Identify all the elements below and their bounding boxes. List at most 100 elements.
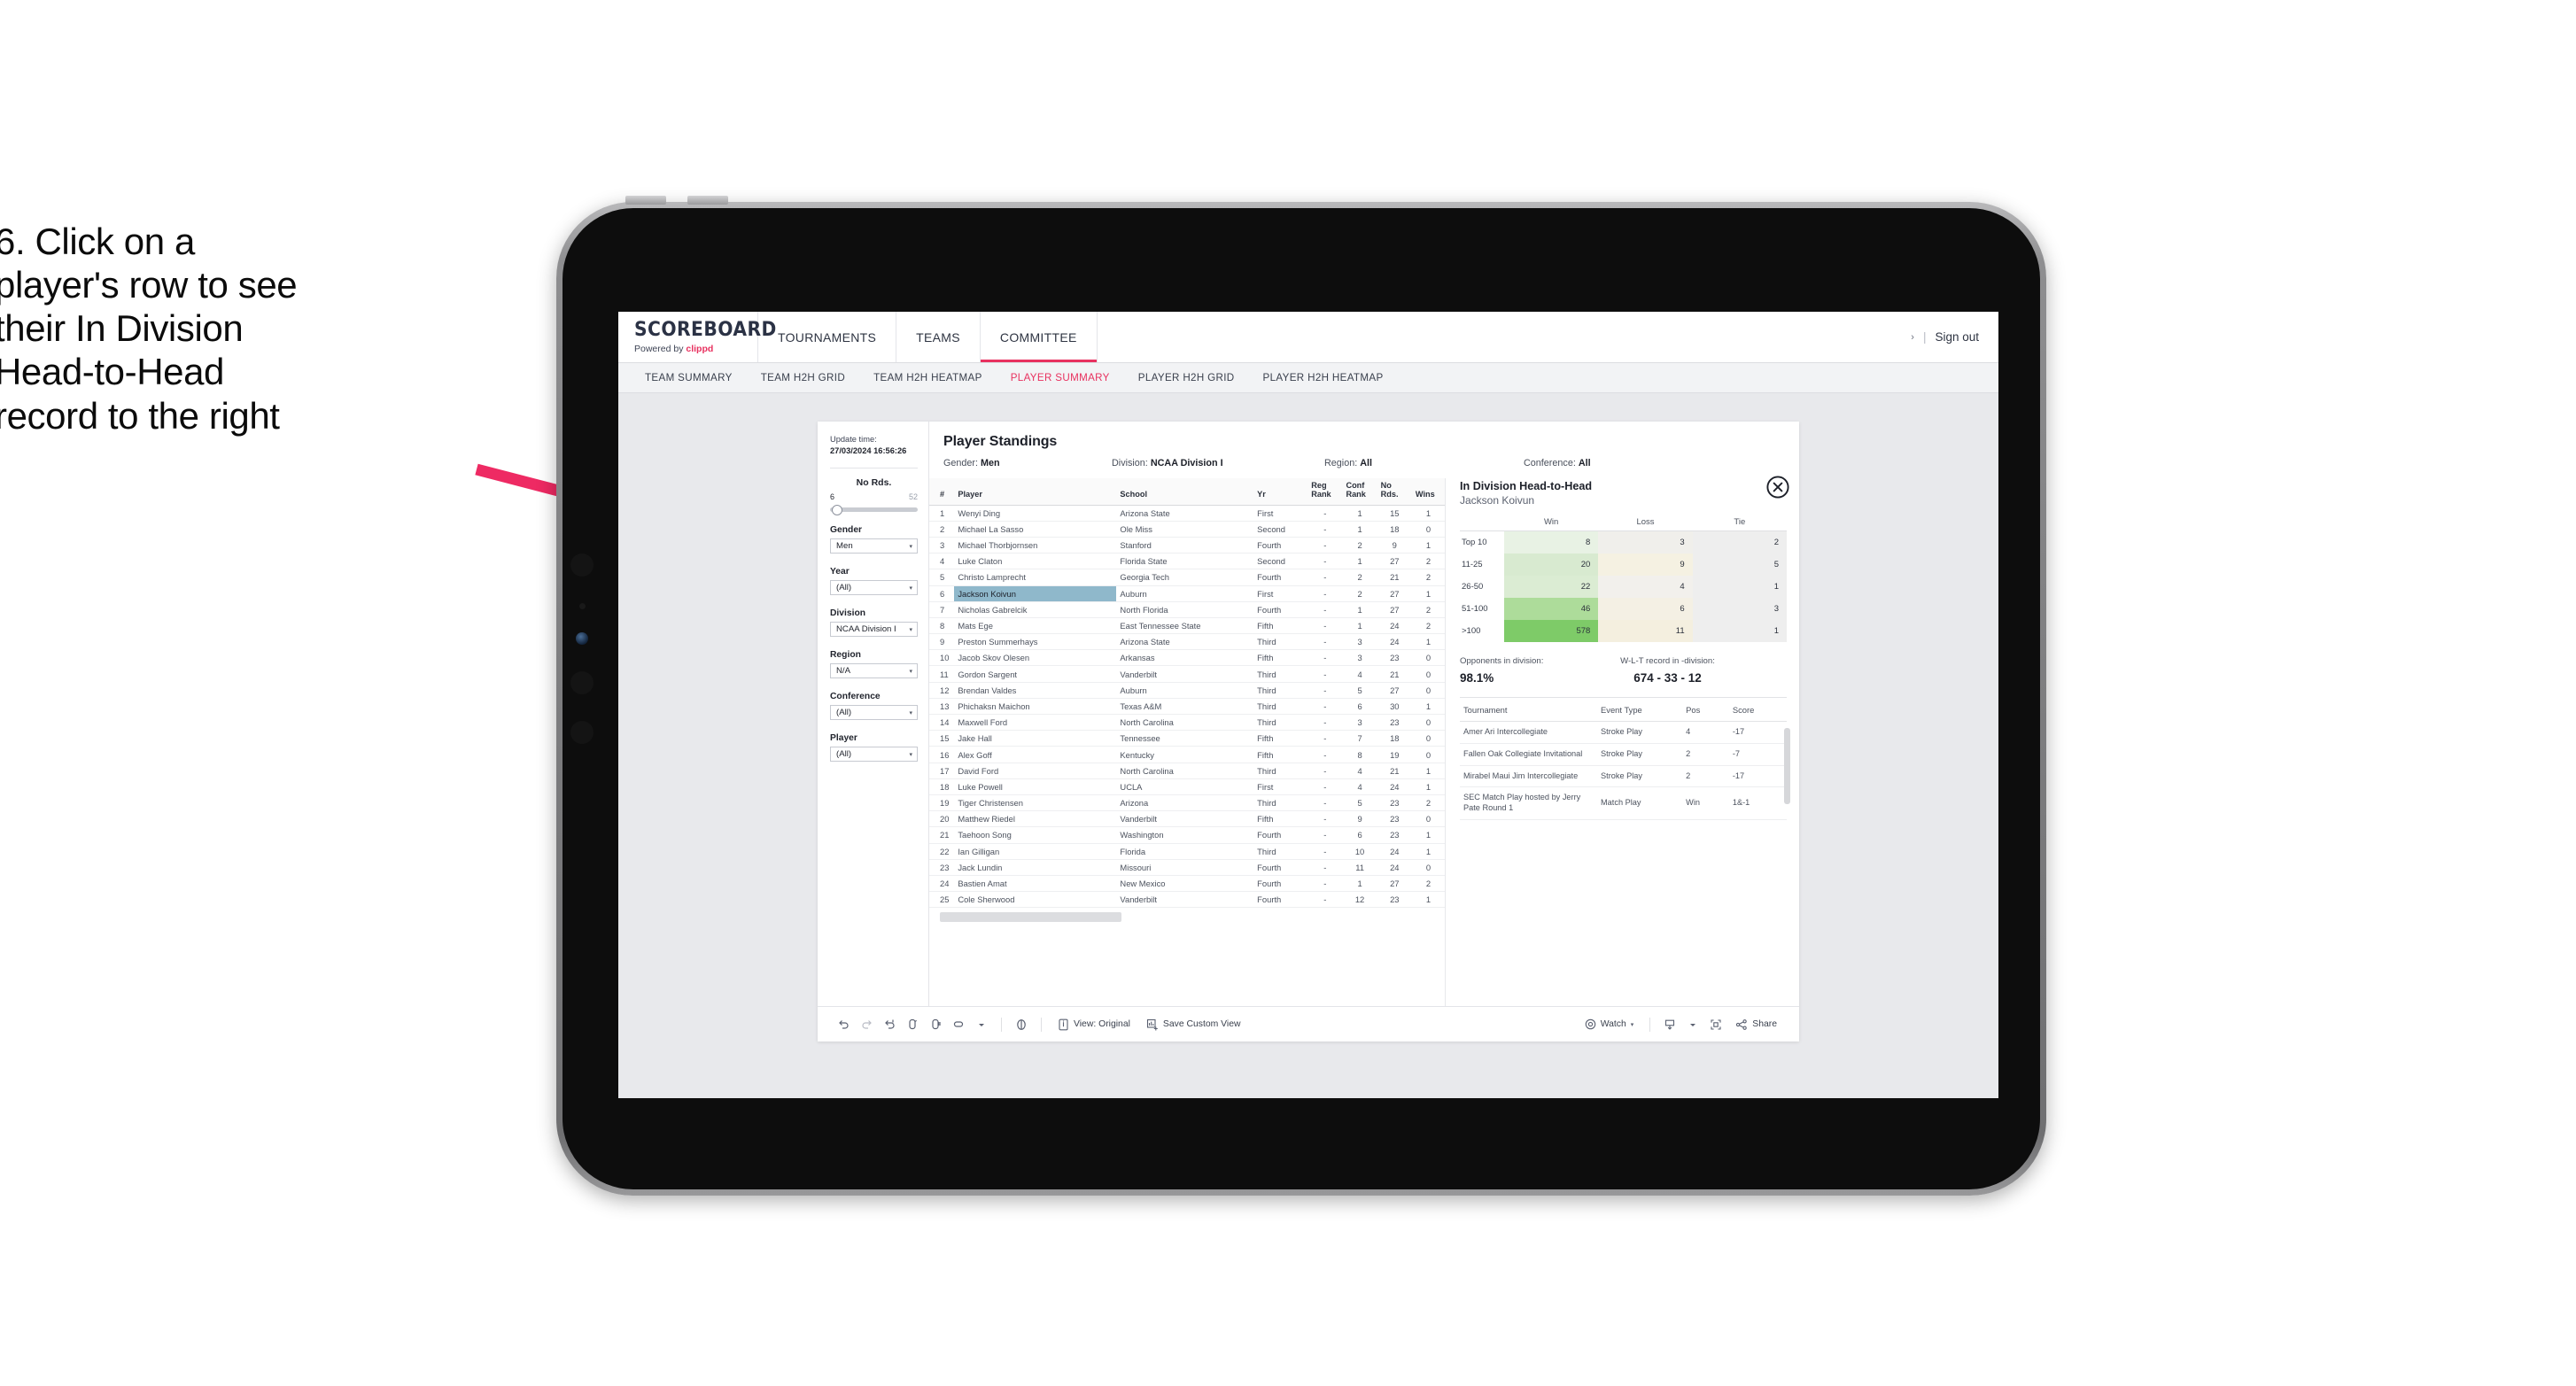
tab-team-h2h-grid[interactable]: TEAM H2H GRID xyxy=(747,372,859,383)
tournament-body: Amer Ari Intercollegiate Stroke Play 4 -17 F… xyxy=(1460,721,1787,820)
tab-player-h2h-heatmap[interactable]: PLAYER H2H HEATMAP xyxy=(1249,372,1398,383)
horizontal-scrollbar[interactable] xyxy=(940,912,1445,923)
table-row[interactable]: 8 Mats Ege East Tennessee State Fifth -1 24 2 xyxy=(929,617,1445,635)
cell-yr: Fourth xyxy=(1253,537,1308,554)
cell-school: Auburn xyxy=(1116,585,1254,602)
col-wins[interactable]: Wins xyxy=(1411,478,1445,506)
fullscreen-icon[interactable] xyxy=(1704,1015,1727,1034)
table-row[interactable]: 20 Matthew Riedel Vanderbilt Fifth -9 23 0 xyxy=(929,810,1445,828)
cell-player: Christo Lamprecht xyxy=(954,569,1117,586)
table-row[interactable]: 18 Luke Powell UCLA First -4 24 1 xyxy=(929,778,1445,795)
tab-team-summary[interactable]: TEAM SUMMARY xyxy=(631,372,747,383)
chevron-down-icon[interactable] xyxy=(970,1015,993,1034)
app-logo[interactable]: SCOREBOARD Powered by clippd xyxy=(618,312,776,362)
watch-button[interactable]: Watch ▾ xyxy=(1577,1018,1642,1030)
table-row[interactable]: 5 Christo Lamprecht Georgia Tech Fourth -2 21… xyxy=(929,569,1445,586)
nav-item-teams[interactable]: TEAMS xyxy=(896,312,981,362)
h2h-band-label: 26-50 xyxy=(1460,576,1504,598)
col-no-rds[interactable]: No Rds. xyxy=(1377,478,1412,506)
watch-label: Watch xyxy=(1600,1019,1626,1029)
download-icon[interactable] xyxy=(1658,1015,1681,1034)
shape-icon[interactable] xyxy=(947,1015,970,1034)
filter-conference: Conference (All) ▾ xyxy=(830,692,918,721)
col-conf-rank[interactable]: Conf Rank xyxy=(1342,478,1377,506)
table-row[interactable]: 2 Michael La Sasso Ole Miss Second -1 18 0 xyxy=(929,521,1445,538)
col-event-type: Event Type xyxy=(1597,698,1683,722)
table-row[interactable]: 10 Jacob Skov Olesen Arkansas Fifth -3 23 0 xyxy=(929,649,1445,667)
col-yr[interactable]: Yr xyxy=(1253,478,1308,506)
table-row[interactable]: 14 Maxwell Ford North Carolina Third -3 23 0 xyxy=(929,714,1445,732)
col-school[interactable]: School xyxy=(1116,478,1254,506)
nav-item-tournaments[interactable]: TOURNAMENTS xyxy=(758,312,897,362)
table-row[interactable]: 3 Michael Thorbjornsen Stanford Fourth -2 9 1 xyxy=(929,537,1445,554)
tab-player-h2h-grid[interactable]: PLAYER H2H GRID xyxy=(1124,372,1249,383)
save-custom-view-button[interactable]: Save Custom View xyxy=(1138,1018,1249,1031)
cell-no-rds: 19 xyxy=(1377,746,1412,763)
table-row[interactable]: 12 Brendan Valdes Auburn Third -5 27 0 xyxy=(929,682,1445,699)
table-row[interactable]: 24 Bastien Amat New Mexico Fourth -1 27 2 xyxy=(929,875,1445,893)
tournament-row: SEC Match Play hosted by Jerry Pate Roun… xyxy=(1460,786,1787,820)
filter-gender-select[interactable]: Men ▾ xyxy=(830,538,918,554)
scrollbar-thumb[interactable] xyxy=(940,912,1121,923)
tab-player-summary[interactable]: PLAYER SUMMARY xyxy=(997,372,1124,383)
table-row[interactable]: 25 Cole Sherwood Vanderbilt Fourth -12 23 1 xyxy=(929,891,1445,909)
device-button-volume-up[interactable] xyxy=(625,196,666,205)
nav-item-committee[interactable]: COMMITTEE xyxy=(980,312,1098,362)
table-row[interactable]: 19 Tiger Christensen Arizona Third -5 23 2 xyxy=(929,794,1445,812)
table-row[interactable]: 23 Jack Lundin Missouri Fourth -11 24 0 xyxy=(929,859,1445,876)
revert-icon[interactable] xyxy=(878,1015,901,1034)
cell-no-rds: 15 xyxy=(1377,505,1412,522)
refresh-icon[interactable] xyxy=(901,1015,924,1034)
filter-conference-select[interactable]: (All) ▾ xyxy=(830,705,918,721)
sign-out-button[interactable]: Sign out xyxy=(1935,330,1979,344)
filter-division-select[interactable]: NCAA Division I ▾ xyxy=(830,622,918,638)
chevron-down-icon[interactable] xyxy=(1681,1015,1704,1034)
table-row[interactable]: 17 David Ford North Carolina Third -4 21 1 xyxy=(929,763,1445,779)
update-time-value: 27/03/2024 16:56:26 xyxy=(830,445,907,455)
cell-yr: Third xyxy=(1253,698,1308,716)
h2h-band-label: 51-100 xyxy=(1460,598,1504,620)
tab-team-h2h-heatmap[interactable]: TEAM H2H HEATMAP xyxy=(859,372,997,383)
close-icon[interactable] xyxy=(1765,475,1790,499)
user-chevron-icon[interactable]: › xyxy=(1911,332,1914,343)
share-button[interactable]: Share xyxy=(1727,1018,1785,1031)
filter-region-select[interactable]: N/A ▾ xyxy=(830,663,918,679)
primary-nav: TOURNAMENTS TEAMS COMMITTEE xyxy=(758,312,1098,362)
cell-conf-rank: 12 xyxy=(1342,891,1377,909)
table-row[interactable]: 9 Preston Summerhays Arizona State Third -3 2… xyxy=(929,633,1445,651)
cell-wins: 0 xyxy=(1411,682,1445,699)
slider-handle[interactable] xyxy=(832,504,842,515)
cell-reg-rank: - xyxy=(1307,569,1343,586)
device-button-volume-down[interactable] xyxy=(687,196,728,205)
table-row[interactable]: 22 Ian Gilligan Florida Third -10 24 1 xyxy=(929,843,1445,860)
table-row[interactable]: 7 Nicholas Gabrelcik North Florida Fourth -1… xyxy=(929,601,1445,618)
table-row[interactable]: 13 Phichaksn Maichon Texas A&M Third -6 30 1 xyxy=(929,698,1445,716)
cell-rank: 24 xyxy=(929,875,955,893)
dashboard-container: Update time: 27/03/2024 16:56:26 No Rds.… xyxy=(818,422,1799,1041)
col-player[interactable]: Player xyxy=(954,478,1117,506)
col-reg-rank[interactable]: Reg Rank xyxy=(1307,478,1343,506)
table-row[interactable]: 15 Jake Hall Tennessee Fifth -7 18 0 xyxy=(929,730,1445,747)
h2h-col-loss: Loss xyxy=(1598,517,1693,531)
table-row[interactable]: 11 Gordon Sargent Vanderbilt Third -4 21 0 xyxy=(929,665,1445,683)
table-row[interactable]: 6 Jackson Koivun Auburn First -2 27 1 xyxy=(929,585,1445,602)
undo-icon[interactable] xyxy=(832,1015,855,1034)
pause-playback-icon[interactable] xyxy=(1010,1015,1033,1034)
pause-icon[interactable] xyxy=(924,1015,947,1034)
cell-yr: Fourth xyxy=(1253,601,1308,618)
table-row[interactable]: 21 Taehoon Song Washington Fourth -6 23 1 xyxy=(929,826,1445,844)
table-row[interactable]: 16 Alex Goff Kentucky Fifth -8 19 0 xyxy=(929,746,1445,763)
cell-conf-rank: 6 xyxy=(1342,698,1377,716)
slider-track[interactable] xyxy=(830,504,918,515)
cell-player: Luke Claton xyxy=(954,553,1117,570)
redo-icon[interactable] xyxy=(855,1015,878,1034)
cell-no-rds: 27 xyxy=(1377,553,1412,570)
filter-year-select[interactable]: (All) ▾ xyxy=(830,580,918,596)
table-row[interactable]: 4 Luke Claton Florida State Second -1 27 2 xyxy=(929,553,1445,570)
col-rank[interactable]: # xyxy=(929,478,955,506)
view-original-button[interactable]: View: Original xyxy=(1050,1018,1138,1031)
filter-player-select[interactable]: (All) ▾ xyxy=(830,747,918,763)
h2h-loss-cell: 4 xyxy=(1598,576,1693,598)
table-row[interactable]: 1 Wenyi Ding Arizona State First -1 15 1 xyxy=(929,505,1445,522)
tournament-scrollbar[interactable] xyxy=(1784,728,1790,804)
